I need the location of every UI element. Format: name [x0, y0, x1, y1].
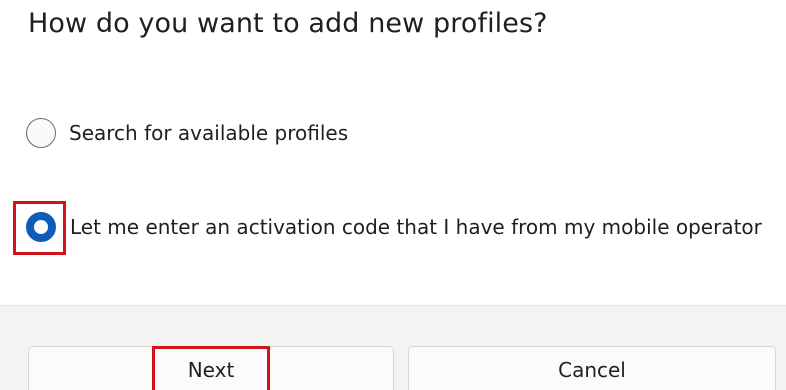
next-button[interactable]: Next [28, 346, 394, 390]
radio-search-profiles[interactable] [26, 118, 56, 148]
dialog-title: How do you want to add new profiles? [28, 8, 548, 39]
option-activation-code[interactable]: Let me enter an activation code that I h… [26, 212, 762, 242]
add-profiles-dialog: How do you want to add new profiles? Sea… [0, 0, 786, 390]
option-search-profiles-label: Search for available profiles [69, 121, 349, 145]
dialog-footer: Next Cancel [0, 305, 786, 390]
cancel-button[interactable]: Cancel [408, 346, 776, 390]
radio-activation-code[interactable] [26, 212, 56, 242]
option-search-profiles[interactable]: Search for available profiles [26, 118, 348, 148]
option-activation-code-label: Let me enter an activation code that I h… [70, 215, 762, 239]
